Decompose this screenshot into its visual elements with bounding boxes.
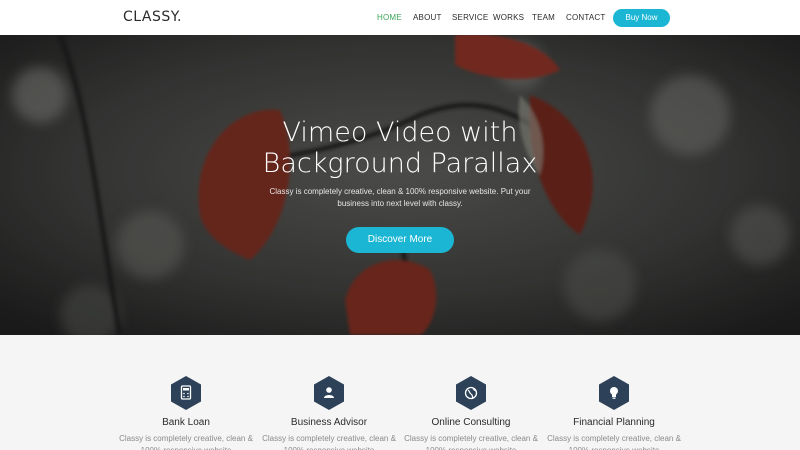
user-icon: [314, 376, 344, 410]
service-title: Online Consulting: [431, 417, 511, 428]
service-title: Bank Loan: [162, 417, 210, 428]
service-description: Classy is completely creative, clean & 1…: [262, 434, 396, 450]
service-description: Classy is completely creative, clean & 1…: [547, 434, 681, 450]
logo[interactable]: CLASSY.: [123, 9, 182, 25]
navbar: CLASSY. HOME ABOUT SERVICE WORKS TEAM CO…: [0, 0, 800, 35]
service-title: Financial Planning: [573, 417, 655, 428]
lightbulb-icon: [599, 376, 629, 410]
nav-item-service[interactable]: SERVICE: [452, 13, 488, 22]
nav-item-contact[interactable]: CONTACT: [566, 13, 605, 22]
discover-more-button[interactable]: Discover More: [346, 227, 454, 253]
globe-icon: [456, 376, 486, 410]
hero-section: Vimeo Video with Background Parallax Cla…: [0, 35, 800, 335]
nav-item-home[interactable]: HOME: [377, 13, 402, 22]
hero-title: Vimeo Video with Background Parallax: [0, 117, 800, 179]
calculator-icon: [171, 376, 201, 410]
nav-item-works[interactable]: WORKS: [493, 13, 524, 22]
service-description: Classy is completely creative, clean & 1…: [119, 434, 253, 450]
hero-subtitle: Classy is completely creative, clean & 1…: [269, 187, 531, 208]
hero-title-line2: Background Parallax: [262, 148, 538, 179]
services-section: Bank Loan Classy is completely creative,…: [0, 335, 800, 450]
nav-item-team[interactable]: TEAM: [532, 13, 555, 22]
buy-now-button[interactable]: Buy Now: [613, 9, 670, 27]
service-title: Business Advisor: [290, 417, 368, 428]
service-description: Classy is completely creative, clean & 1…: [404, 434, 538, 450]
nav-item-about[interactable]: ABOUT: [413, 13, 442, 22]
hero-background-image: [0, 35, 800, 335]
hero-title-line1: Vimeo Video with: [282, 117, 518, 148]
